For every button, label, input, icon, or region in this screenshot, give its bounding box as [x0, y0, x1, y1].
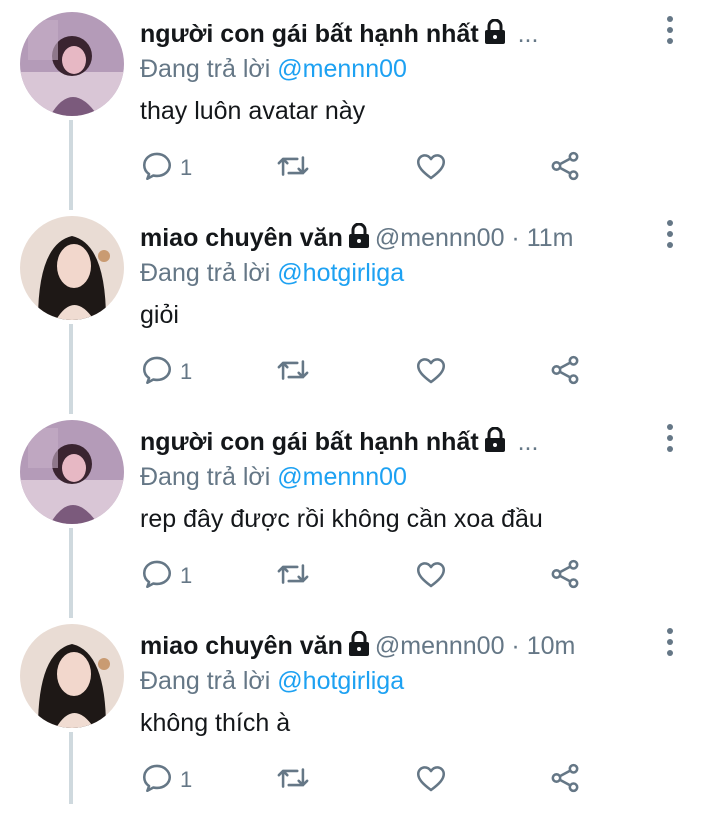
replying-to: Đang trả lời @hotgirliga: [140, 664, 404, 698]
tweet-header: người con gái bất hạnh nhất ...: [140, 12, 650, 56]
tweet[interactable]: người con gái bất hạnh nhất ... Đang trả…: [0, 408, 720, 612]
tweet-text: thay luôn avatar này: [140, 97, 366, 125]
more-vertical-icon[interactable]: [660, 220, 680, 256]
reply-icon: [140, 557, 174, 596]
reply-prefix: Đang trả lời: [140, 667, 278, 695]
retweet-icon: [276, 353, 310, 392]
replying-to: Đang trả lời @mennn00: [140, 52, 407, 86]
lock-icon: [347, 219, 371, 260]
replying-to: Đang trả lời @hotgirliga: [140, 256, 404, 290]
tweet-actions: 1: [140, 354, 600, 390]
reply-button[interactable]: 1: [140, 762, 192, 798]
share-button[interactable]: [548, 354, 582, 390]
reply-prefix: Đang trả lời: [140, 463, 278, 491]
share-icon: [548, 761, 582, 800]
tweet-actions: 1: [140, 558, 600, 594]
share-icon: [548, 353, 582, 392]
share-icon: [548, 149, 582, 188]
tweet-actions: 1: [140, 150, 600, 186]
lock-icon: [483, 15, 507, 56]
like-button[interactable]: [414, 762, 448, 798]
mention-link[interactable]: @hotgirliga: [277, 259, 404, 287]
heart-icon: [414, 761, 448, 800]
avatar[interactable]: [20, 420, 124, 524]
avatar[interactable]: [20, 12, 124, 116]
tweet-header: miao chuyên văn @mennn00 · 11m: [140, 216, 650, 260]
tweet-header: người con gái bất hạnh nhất ...: [140, 420, 650, 464]
avatar[interactable]: [20, 216, 124, 320]
tweet[interactable]: miao chuyên văn @mennn00 · 10m Đang trả l…: [0, 612, 720, 816]
display-name[interactable]: miao chuyên văn: [140, 224, 343, 252]
retweet-icon: [276, 761, 310, 800]
lock-icon: [483, 423, 507, 464]
tweet-text: giỏi: [140, 301, 179, 329]
reply-count: 1: [180, 563, 193, 588]
tweet[interactable]: miao chuyên văn @mennn00 · 11m Đang trả l…: [0, 204, 720, 408]
reply-count: 1: [180, 155, 193, 180]
heart-icon: [414, 557, 448, 596]
display-name[interactable]: người con gái bất hạnh nhất: [140, 428, 479, 456]
share-button[interactable]: [548, 150, 582, 186]
reply-icon: [140, 761, 174, 800]
retweet-icon: [276, 149, 310, 188]
share-icon: [548, 557, 582, 596]
tweet-text: không thích à: [140, 709, 291, 737]
mention-link[interactable]: @hotgirliga: [277, 667, 404, 695]
more-vertical-icon[interactable]: [660, 16, 680, 52]
tweet[interactable]: người con gái bất hạnh nhất ... Đang trả…: [0, 0, 720, 204]
display-name[interactable]: người con gái bất hạnh nhất: [140, 20, 479, 48]
retweet-button[interactable]: [276, 150, 310, 186]
tweet-actions: 1: [140, 762, 600, 798]
share-button[interactable]: [548, 762, 582, 798]
like-button[interactable]: [414, 150, 448, 186]
reply-button[interactable]: 1: [140, 354, 192, 390]
retweet-button[interactable]: [276, 762, 310, 798]
reply-button[interactable]: 1: [140, 150, 192, 186]
tweet-text: rep đây được rồi không cần xoa đầu: [140, 505, 543, 533]
reply-icon: [140, 353, 174, 392]
like-button[interactable]: [414, 354, 448, 390]
share-button[interactable]: [548, 558, 582, 594]
display-name[interactable]: miao chuyên văn: [140, 632, 343, 660]
handle-time: @mennn00 · 10m: [374, 632, 576, 660]
more-vertical-icon[interactable]: [660, 424, 680, 460]
avatar[interactable]: [20, 624, 124, 728]
reply-count: 1: [180, 767, 193, 792]
like-button[interactable]: [414, 558, 448, 594]
mention-link[interactable]: @mennn00: [277, 463, 407, 491]
reply-count: 1: [180, 359, 193, 384]
handle-time: @mennn00 · 11m: [374, 224, 574, 252]
reply-icon: [140, 149, 174, 188]
reply-prefix: Đang trả lời: [140, 55, 278, 83]
heart-icon: [414, 353, 448, 392]
more-vertical-icon[interactable]: [660, 628, 680, 664]
handle-time: ...: [510, 428, 539, 456]
reply-prefix: Đang trả lời: [140, 259, 278, 287]
retweet-icon: [276, 557, 310, 596]
retweet-button[interactable]: [276, 558, 310, 594]
heart-icon: [414, 149, 448, 188]
lock-icon: [347, 627, 371, 668]
mention-link[interactable]: @mennn00: [277, 55, 407, 83]
retweet-button[interactable]: [276, 354, 310, 390]
reply-button[interactable]: 1: [140, 558, 192, 594]
handle-time: ...: [510, 20, 539, 48]
replying-to: Đang trả lời @mennn00: [140, 460, 407, 494]
tweet-header: miao chuyên văn @mennn00 · 10m: [140, 624, 650, 668]
